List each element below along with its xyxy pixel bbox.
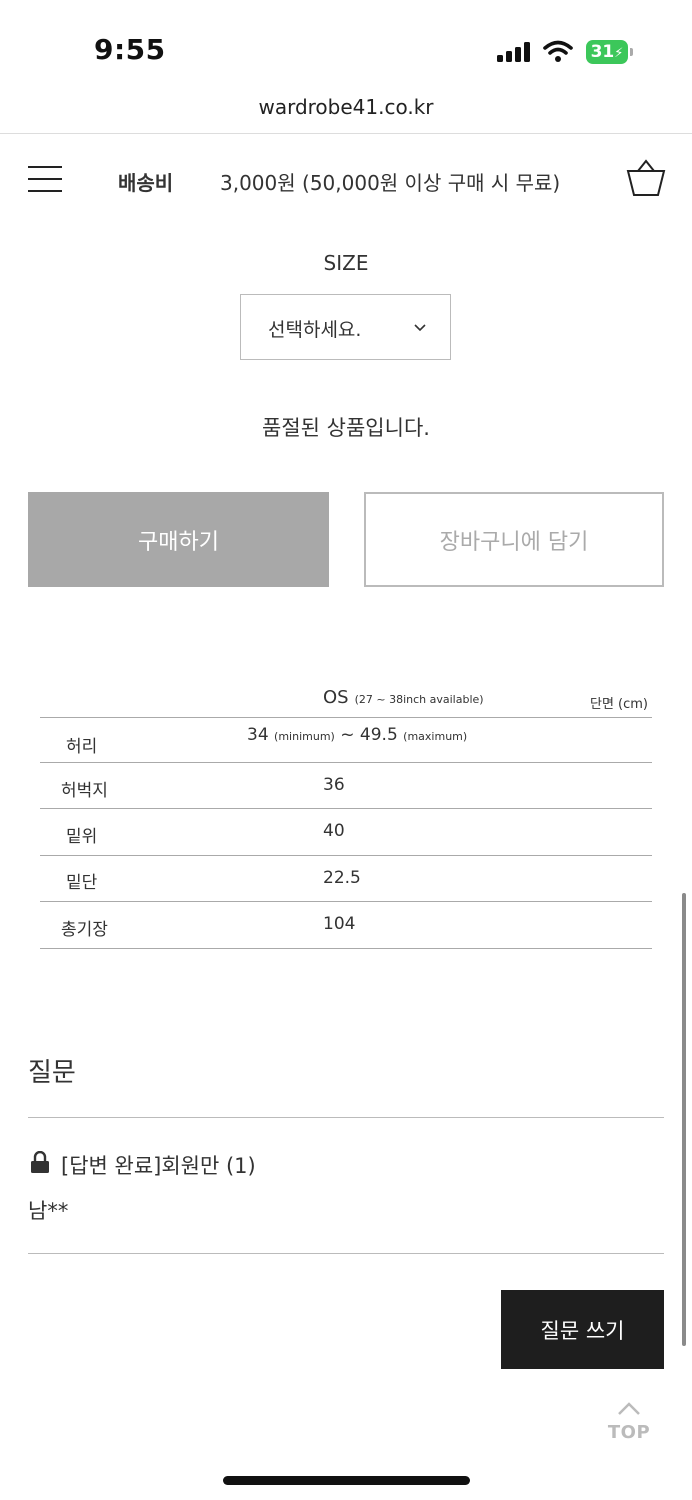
- table-row-value: 36: [323, 775, 345, 795]
- lock-icon: [31, 1151, 49, 1173]
- cellular-signal-icon: [497, 42, 530, 62]
- buy-button[interactable]: 구매하기: [28, 492, 329, 587]
- size-select[interactable]: 선택하세요.: [240, 294, 451, 360]
- table-divider: [40, 901, 652, 902]
- size-column-header: OS: [323, 687, 349, 708]
- table-row-value: 22.5: [323, 868, 361, 888]
- soldout-message: 품절된 상품입니다.: [262, 416, 430, 440]
- questions-divider: [28, 1117, 664, 1118]
- size-column-note: (27 ~ 38inch available): [354, 693, 484, 706]
- status-time: 9:55: [94, 33, 166, 66]
- size-select-value: 선택하세요.: [268, 319, 362, 341]
- table-divider: [40, 855, 652, 856]
- size-option-label: SIZE: [323, 251, 369, 275]
- shipping-value: 3,000원 (50,000원 이상 구매 시 무료): [220, 171, 561, 195]
- table-row-label: 허벅지: [61, 781, 108, 801]
- table-divider: [40, 717, 652, 718]
- hamburger-menu-icon[interactable]: [28, 166, 62, 192]
- scroll-top-button[interactable]: TOP: [606, 1402, 652, 1444]
- table-row-value: 104: [323, 914, 356, 934]
- url-divider: [0, 133, 692, 134]
- table-divider: [40, 808, 652, 809]
- size-table-header: OS (27 ~ 38inch available): [323, 687, 484, 708]
- write-question-button[interactable]: 질문 쓰기: [501, 1290, 664, 1369]
- questions-title: 질문: [28, 1058, 76, 1088]
- table-row-label: 밑위: [66, 827, 98, 847]
- battery-level: 31: [590, 42, 615, 62]
- table-row-value: 34 (minimum) ~ 49.5 (maximum): [247, 725, 468, 745]
- scrollbar[interactable]: [682, 893, 686, 1346]
- questions-divider: [28, 1253, 664, 1254]
- table-row-value: 40: [323, 821, 345, 841]
- question-item-author: 남**: [28, 1199, 69, 1223]
- add-to-cart-button[interactable]: 장바구니에 담기: [364, 492, 664, 587]
- shipping-label: 배송비: [118, 171, 174, 195]
- table-row-label: 밑단: [66, 873, 98, 893]
- question-item-title[interactable]: [답변 완료]회원만 (1): [61, 1150, 256, 1180]
- battery-icon: 31⚡: [586, 40, 634, 64]
- chevron-down-icon: [414, 324, 426, 332]
- url-bar[interactable]: wardrobe41.co.kr: [0, 95, 692, 119]
- table-divider: [40, 948, 652, 949]
- scroll-top-label: TOP: [607, 1422, 651, 1443]
- table-divider: [40, 762, 652, 763]
- table-row-label: 허리: [66, 737, 98, 757]
- chevron-up-icon: [618, 1402, 640, 1415]
- table-row-label: 총기장: [61, 920, 108, 940]
- size-table-unit: 단면 (cm): [590, 697, 649, 712]
- shopping-bag-icon[interactable]: [626, 158, 666, 198]
- home-indicator[interactable]: [223, 1476, 470, 1485]
- wifi-icon: [543, 40, 573, 62]
